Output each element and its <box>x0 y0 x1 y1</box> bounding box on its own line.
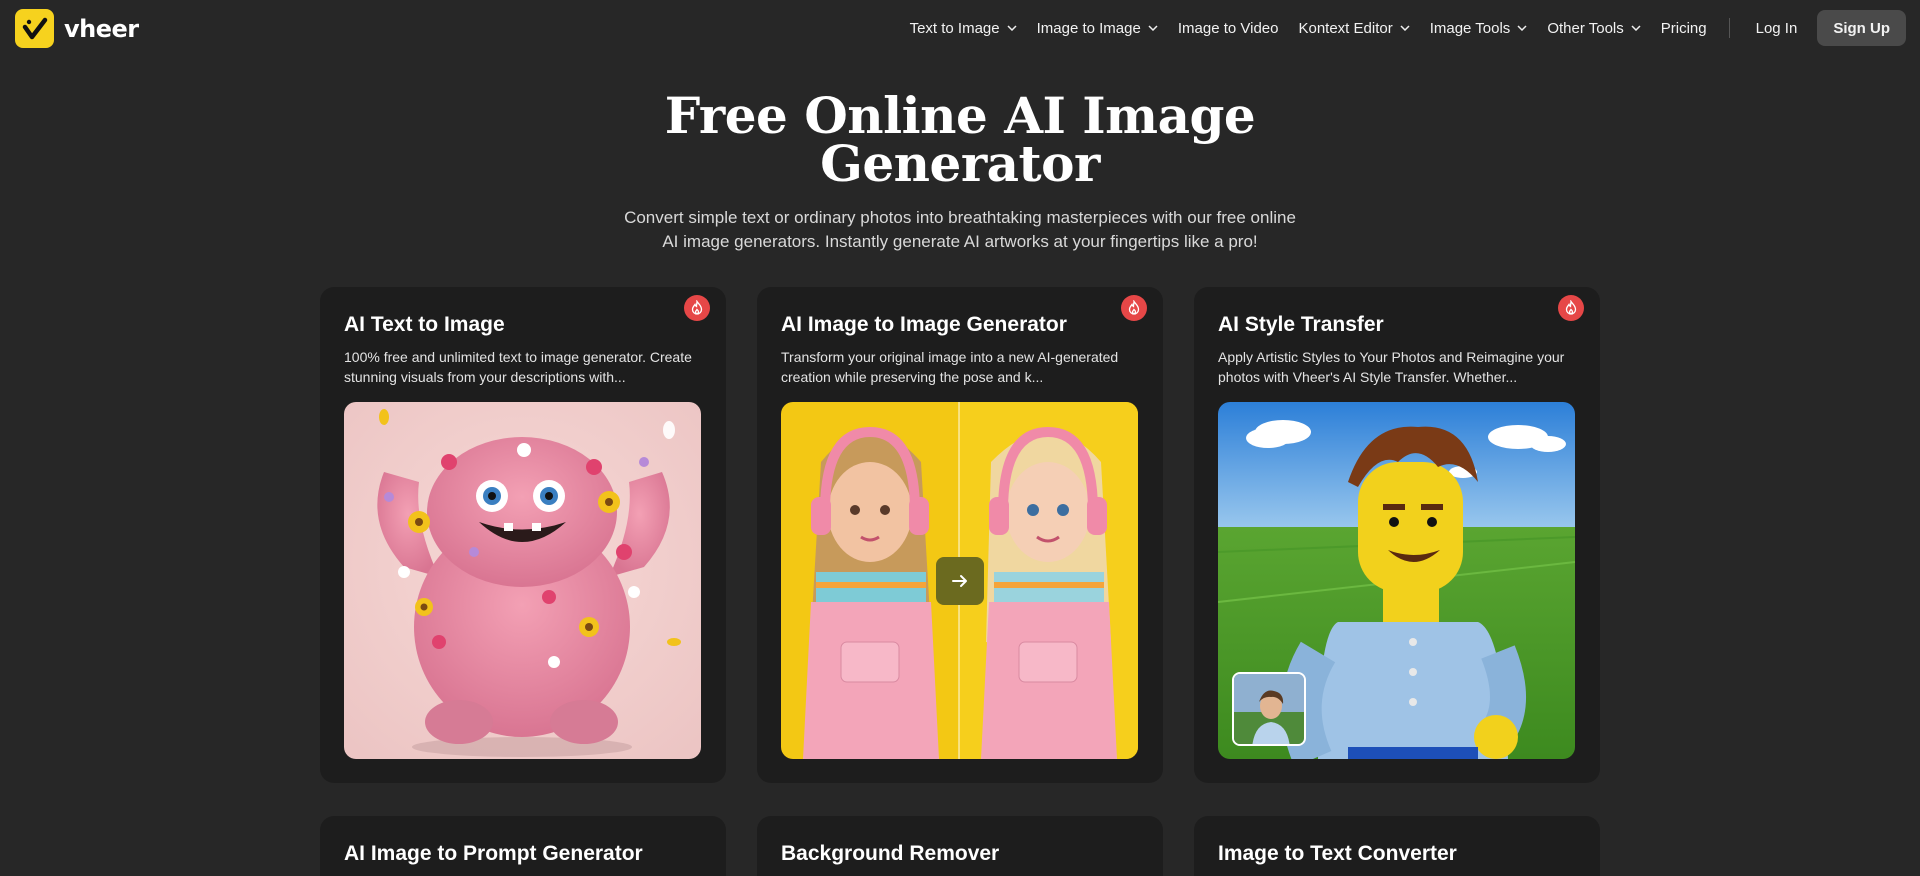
nav-divider <box>1728 18 1730 38</box>
brand-name: vheer <box>64 14 139 43</box>
nav-item-label: Image to Video <box>1177 19 1279 37</box>
card-image-pink-monster <box>344 402 701 759</box>
tool-card-background-remover[interactable]: Background Remover <box>757 816 1163 876</box>
nav-text-to-image[interactable]: Text to Image <box>900 10 1027 46</box>
nav-links: Text to Image Image to Image Image to Vi… <box>900 10 1906 46</box>
card-title: AI Text to Image <box>344 313 505 336</box>
nav-image-to-image[interactable]: Image to Image <box>1027 10 1168 46</box>
vheer-logo-icon <box>15 9 54 48</box>
card-image-before-after-girls <box>781 402 1138 759</box>
nav-kontext-editor[interactable]: Kontext Editor <box>1288 10 1419 46</box>
card-description: Transform your original image into a new… <box>781 349 1119 385</box>
page-title-line: Generator <box>820 134 1100 193</box>
signup-button[interactable]: Sign Up <box>1817 10 1906 46</box>
card-image-lego-man <box>1218 402 1575 759</box>
login-button[interactable]: Log In <box>1742 10 1812 46</box>
top-navbar: vheer Text to Image Image to Image Image… <box>0 0 1920 56</box>
nav-image-tools[interactable]: Image Tools <box>1420 10 1538 46</box>
nav-item-label: Image to Image <box>1036 19 1141 37</box>
tool-card-text-to-image[interactable]: AI Text to Image 100% free and unlimited… <box>320 287 726 783</box>
card-description: Apply Artistic Styles to Your Photos and… <box>1218 349 1565 385</box>
tool-card-image-to-prompt[interactable]: AI Image to Prompt Generator <box>320 816 726 876</box>
nav-item-label: Kontext Editor <box>1298 19 1393 37</box>
nav-item-label: Pricing <box>1660 19 1707 37</box>
nav-image-to-video[interactable]: Image to Video <box>1168 10 1289 46</box>
card-title: Background Remover <box>781 842 1000 865</box>
hot-icon <box>684 295 710 321</box>
nav-other-tools[interactable]: Other Tools <box>1537 10 1650 46</box>
nav-item-label: Text to Image <box>909 19 1000 37</box>
brand-logo[interactable]: vheer <box>15 9 139 48</box>
page-title: Free Online AI Image Generator <box>0 86 1920 193</box>
chevron-down-icon <box>1400 25 1410 31</box>
nav-item-label: Image Tools <box>1429 19 1511 37</box>
chevron-down-icon <box>1517 25 1527 31</box>
card-description: 100% free and unlimited text to image ge… <box>344 349 692 385</box>
card-title: Image to Text Converter <box>1218 842 1457 865</box>
tool-card-image-to-image[interactable]: AI Image to Image Generator Transform yo… <box>757 287 1163 783</box>
chevron-down-icon <box>1631 25 1641 31</box>
arrow-right-icon <box>936 557 984 605</box>
card-title: AI Image to Image Generator <box>781 313 1067 336</box>
card-title: AI Style Transfer <box>1218 313 1384 336</box>
page-title-line: Free Online AI Image <box>664 86 1256 145</box>
chevron-down-icon <box>1148 25 1158 31</box>
chevron-down-icon <box>1007 25 1017 31</box>
page-subtitle: Convert simple text or ordinary photos i… <box>624 208 1296 251</box>
nav-item-label: Other Tools <box>1547 19 1624 37</box>
tool-card-image-to-text[interactable]: Image to Text Converter <box>1194 816 1600 876</box>
source-photo-thumbnail <box>1232 672 1306 746</box>
nav-pricing[interactable]: Pricing <box>1651 10 1717 46</box>
card-title: AI Image to Prompt Generator <box>344 842 643 865</box>
hot-icon <box>1558 295 1584 321</box>
hot-icon <box>1121 295 1147 321</box>
tool-card-style-transfer[interactable]: AI Style Transfer Apply Artistic Styles … <box>1194 287 1600 783</box>
